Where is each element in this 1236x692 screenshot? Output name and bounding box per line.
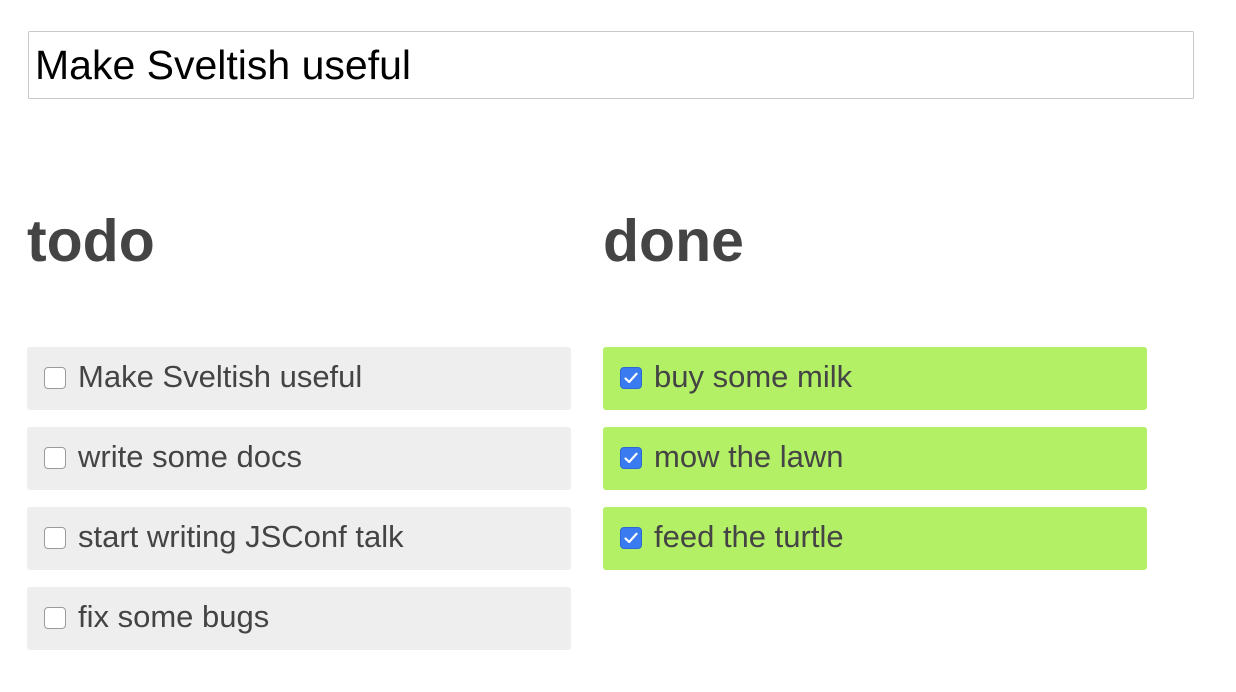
- done-list: buy some milk mow the lawn feed the turt…: [603, 347, 1147, 587]
- done-checkbox[interactable]: [620, 447, 642, 469]
- todo-app: todo Make Sveltish useful write some doc…: [0, 0, 1236, 692]
- todo-checkbox[interactable]: [44, 447, 66, 469]
- todo-item[interactable]: start writing JSConf talk: [27, 507, 571, 570]
- todo-item[interactable]: Make Sveltish useful: [27, 347, 571, 410]
- new-todo-input[interactable]: [28, 31, 1194, 99]
- todo-checkbox[interactable]: [44, 527, 66, 549]
- done-item[interactable]: feed the turtle: [603, 507, 1147, 570]
- todo-item[interactable]: fix some bugs: [27, 587, 571, 650]
- todo-item[interactable]: write some docs: [27, 427, 571, 490]
- done-checkbox[interactable]: [620, 367, 642, 389]
- checkmark-icon: [624, 452, 638, 464]
- checkmark-icon: [624, 532, 638, 544]
- todo-item-label: fix some bugs: [78, 598, 270, 634]
- done-item-label: buy some milk: [654, 358, 853, 394]
- done-checkbox[interactable]: [620, 527, 642, 549]
- todo-item-label: Make Sveltish useful: [78, 358, 363, 394]
- todo-checkbox[interactable]: [44, 367, 66, 389]
- done-item[interactable]: mow the lawn: [603, 427, 1147, 490]
- todo-heading: todo: [27, 208, 155, 274]
- todo-item-label: start writing JSConf talk: [78, 518, 404, 554]
- todo-checkbox[interactable]: [44, 607, 66, 629]
- done-item-label: feed the turtle: [654, 518, 844, 554]
- checkmark-icon: [624, 372, 638, 384]
- done-heading: done: [603, 208, 744, 274]
- done-item[interactable]: buy some milk: [603, 347, 1147, 410]
- todo-item-label: write some docs: [78, 438, 302, 474]
- todo-list: Make Sveltish useful write some docs sta…: [27, 347, 571, 667]
- done-item-label: mow the lawn: [654, 438, 844, 474]
